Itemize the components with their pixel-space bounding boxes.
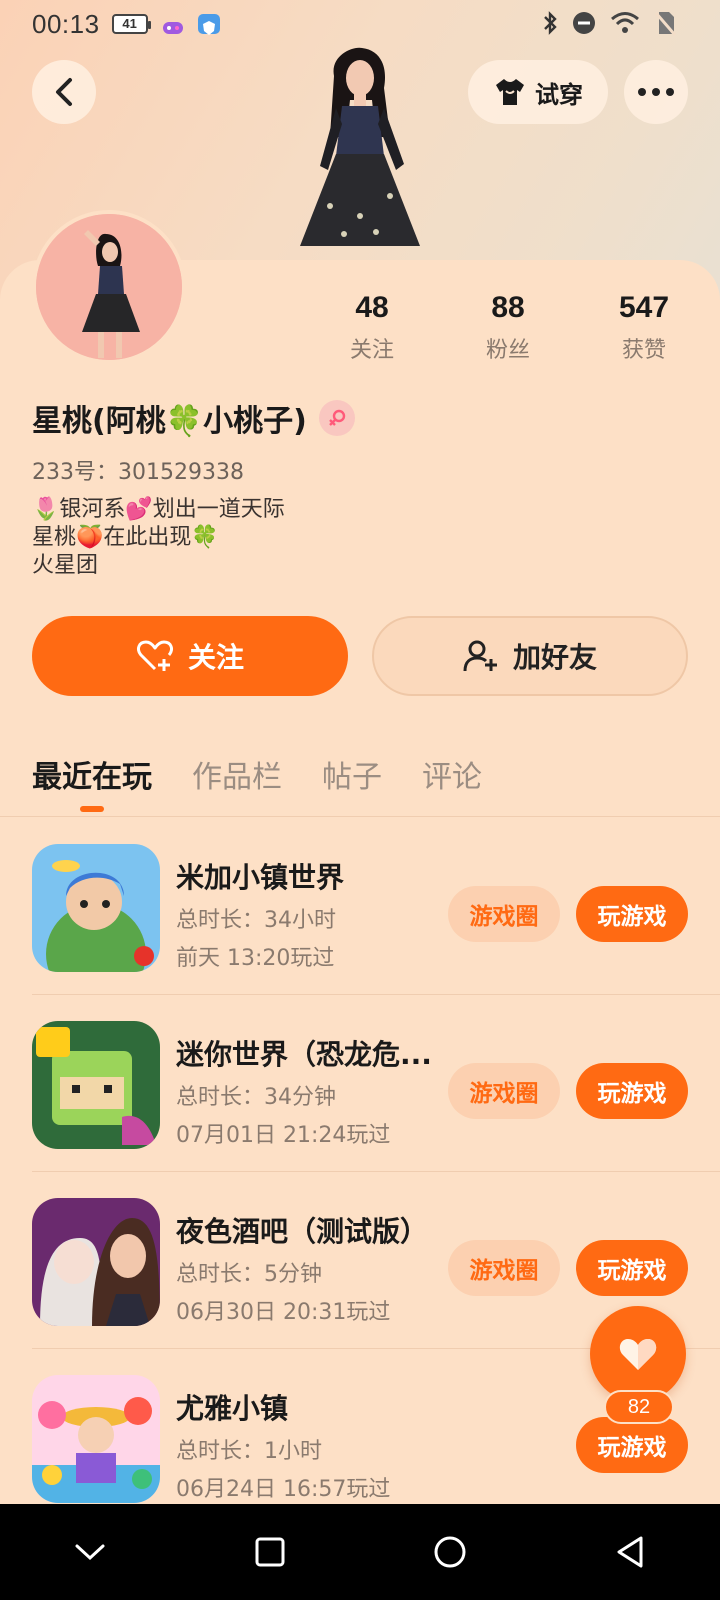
- game-circle-button[interactable]: 游戏圈: [448, 1240, 560, 1296]
- tab-recent-played[interactable]: 最近在玩: [32, 752, 152, 812]
- game-circle-button[interactable]: 游戏圈: [448, 1063, 560, 1119]
- try-on-button[interactable]: 试穿: [468, 60, 608, 124]
- heart-icon: [619, 1339, 657, 1370]
- add-friend-button[interactable]: 加好友: [372, 616, 688, 696]
- profile-tabs: 最近在玩 作品栏 帖子 评论: [32, 752, 482, 812]
- tab-posts[interactable]: 帖子: [322, 752, 382, 812]
- status-time: 00:13: [32, 8, 100, 39]
- nav-back-button[interactable]: [590, 1512, 670, 1592]
- wifi-icon: [611, 12, 639, 33]
- more-dots-icon: [638, 88, 674, 96]
- game-title: 米加小镇世界: [176, 861, 345, 894]
- game-app-icon: [162, 14, 184, 34]
- stat-likes[interactable]: 547 获赞: [584, 290, 704, 364]
- nav-back-icon: [617, 1536, 643, 1568]
- try-on-label: 试穿: [535, 80, 583, 109]
- nav-down-icon: [75, 1544, 105, 1561]
- play-game-button[interactable]: 玩游戏: [576, 1063, 688, 1119]
- game-duration: 总时长：1小时: [176, 1439, 322, 1464]
- bluetooth-icon: [544, 11, 557, 35]
- add-friend-label: 加好友: [512, 641, 597, 674]
- game-last-played: 前天 13:20玩过: [176, 946, 335, 971]
- nav-home-icon: [434, 1536, 466, 1568]
- nickname: 星桃(阿桃🍀小桃子): [32, 404, 307, 439]
- user-id: 233号：301529338: [32, 460, 244, 485]
- follow-button[interactable]: 关注: [32, 616, 348, 696]
- play-game-button[interactable]: 玩游戏: [576, 1417, 688, 1473]
- nav-recent-icon: [255, 1537, 285, 1567]
- game-icon-miga-town[interactable]: [32, 844, 160, 972]
- no-sim-icon: [654, 12, 676, 36]
- shield-app-icon: [197, 14, 220, 35]
- back-button[interactable]: [32, 60, 96, 124]
- tab-works[interactable]: 作品栏: [192, 752, 282, 812]
- do-not-disturb-icon: [573, 12, 595, 34]
- stat-following[interactable]: 48 关注: [312, 290, 432, 364]
- game-last-played: 06月30日 20:31玩过: [176, 1300, 391, 1325]
- game-duration: 总时长：34分钟: [176, 1085, 336, 1110]
- game-title: 尤雅小镇: [176, 1392, 289, 1425]
- bio-line: 火星团: [32, 553, 99, 578]
- bio: 🌷银河系💕划出一道天际 星桃🍑在此出现🍀 火星团: [32, 496, 285, 580]
- status-bar: 00:13 41: [0, 0, 720, 48]
- avatar-3d-figure: [300, 47, 420, 246]
- follow-label: 关注: [187, 641, 244, 674]
- game-icon-youya-town[interactable]: [32, 1375, 160, 1503]
- female-gender-icon: [318, 400, 355, 436]
- profile-stats: 48 关注 88 粉丝 547 获赞: [0, 290, 720, 370]
- tab-comments[interactable]: 评论: [422, 752, 482, 812]
- bio-line: 星桃🍑在此出现🍀: [32, 525, 219, 550]
- more-options-button[interactable]: [624, 60, 688, 124]
- name-row: 星桃(阿桃🍀小桃子): [32, 396, 355, 440]
- heart-plus-icon: [137, 640, 173, 671]
- game-icon-mini-world[interactable]: [32, 1021, 160, 1149]
- battery-indicator: 41: [111, 14, 151, 34]
- game-row[interactable]: 迷你世界（恐龙危... 总时长：34分钟 07月01日 21:24玩过 游戏圈 …: [32, 995, 720, 1172]
- stat-followers[interactable]: 88 粉丝: [448, 290, 568, 364]
- game-last-played: 06月24日 16:57玩过: [176, 1477, 391, 1502]
- add-user-icon: [463, 640, 497, 672]
- game-icon-night-bar[interactable]: [32, 1198, 160, 1326]
- play-game-button[interactable]: 玩游戏: [576, 886, 688, 942]
- game-circle-button[interactable]: 游戏圈: [448, 886, 560, 942]
- nav-home-button[interactable]: [410, 1512, 490, 1592]
- back-arrow-icon: [56, 78, 72, 106]
- game-title: 夜色酒吧（测试版）: [176, 1215, 429, 1248]
- tab-divider: [0, 816, 720, 817]
- stat-value: 88: [491, 291, 525, 324]
- stat-label: 获赞: [621, 338, 666, 363]
- stat-value: 547: [618, 291, 670, 324]
- system-nav-bar: [0, 1504, 720, 1600]
- game-duration: 总时长：5分钟: [176, 1262, 322, 1287]
- tshirt-icon: [496, 79, 524, 105]
- game-title: 迷你世界（恐龙危...: [176, 1038, 432, 1071]
- like-count-badge: 82: [604, 1390, 674, 1424]
- game-last-played: 07月01日 21:24玩过: [176, 1123, 391, 1148]
- bio-line: 🌷银河系💕划出一道天际: [32, 497, 285, 522]
- stat-label: 关注: [349, 338, 394, 363]
- stat-value: 48: [355, 291, 389, 324]
- like-button[interactable]: [590, 1306, 686, 1402]
- nav-down-button[interactable]: [50, 1512, 130, 1592]
- play-game-button[interactable]: 玩游戏: [576, 1240, 688, 1296]
- game-duration: 总时长：34小时: [176, 908, 336, 933]
- game-row[interactable]: 米加小镇世界 总时长：34小时 前天 13:20玩过 游戏圈 玩游戏: [32, 818, 720, 995]
- nav-recent-button[interactable]: [230, 1512, 310, 1592]
- stat-label: 粉丝: [485, 338, 530, 363]
